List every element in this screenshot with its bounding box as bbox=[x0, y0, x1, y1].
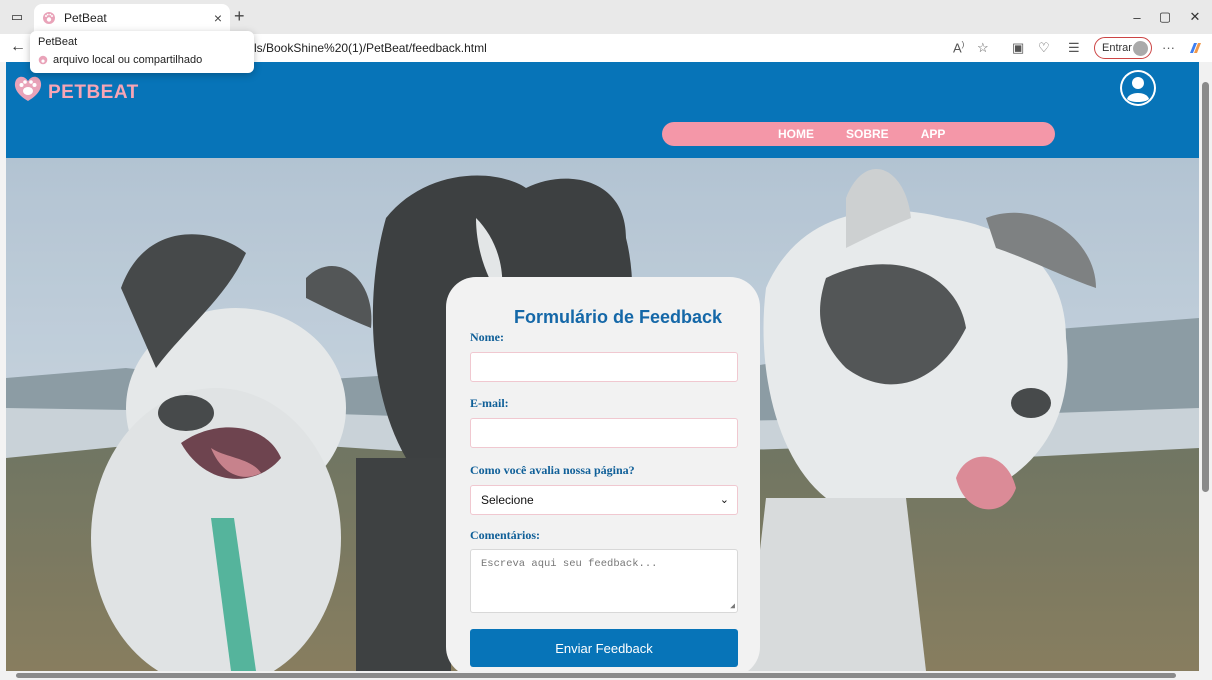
more-options-icon[interactable]: ··· bbox=[1162, 40, 1175, 55]
favorite-star-icon[interactable]: ☆ bbox=[977, 40, 989, 56]
comments-placeholder: Escreva aqui seu feedback... bbox=[481, 558, 658, 570]
horizontal-scroll-thumb[interactable] bbox=[16, 673, 1176, 678]
favorites-list-icon[interactable]: ☰ bbox=[1068, 40, 1080, 56]
rating-select[interactable]: Selecione ⌄ bbox=[470, 485, 738, 515]
rating-label: Como você avalia nossa página? bbox=[470, 463, 635, 477]
new-tab-button[interactable]: + bbox=[234, 6, 245, 27]
email-label: E-mail: bbox=[470, 396, 509, 410]
tab-hover-tooltip: PetBeat arquivo local ou compartilhado bbox=[30, 31, 254, 73]
back-arrow-icon[interactable]: ← bbox=[10, 38, 26, 56]
minimize-button[interactable]: – bbox=[1126, 6, 1148, 28]
comments-textarea[interactable]: Escreva aqui seu feedback... ◢ bbox=[470, 549, 738, 613]
paw-favicon-icon bbox=[43, 12, 55, 24]
email-input[interactable] bbox=[470, 418, 738, 448]
submit-feedback-button[interactable]: Enviar Feedback bbox=[470, 629, 738, 667]
resize-grip-icon[interactable]: ◢ bbox=[730, 601, 735, 611]
name-input[interactable] bbox=[470, 352, 738, 382]
vertical-scrollbar[interactable] bbox=[1199, 62, 1212, 671]
signin-label: Entrar bbox=[1102, 42, 1132, 54]
read-aloud-icon[interactable]: A) bbox=[953, 40, 964, 55]
comments-label: Comentários: bbox=[470, 528, 540, 542]
paw-favicon-icon bbox=[38, 55, 48, 65]
extension-icon[interactable]: ▣ bbox=[1012, 40, 1024, 56]
form-title: Formulário de Feedback bbox=[513, 307, 723, 327]
signin-button[interactable]: Entrar bbox=[1094, 37, 1152, 59]
copilot-icon[interactable] bbox=[1187, 40, 1203, 56]
chevron-down-icon: ⌄ bbox=[719, 494, 729, 506]
vertical-scroll-thumb[interactable] bbox=[1202, 82, 1209, 492]
tab-bar: ▭ PetBeat × + – ▢ ✕ bbox=[0, 0, 1212, 34]
horizontal-scrollbar[interactable] bbox=[0, 671, 1212, 680]
tooltip-title: PetBeat bbox=[38, 36, 78, 48]
tab-close-icon[interactable]: × bbox=[214, 10, 222, 26]
nav-home[interactable]: HOME bbox=[778, 127, 814, 141]
browser-tab[interactable]: PetBeat × bbox=[34, 4, 230, 32]
browser-essentials-icon[interactable]: ♡ bbox=[1038, 40, 1050, 56]
profile-avatar-icon bbox=[1133, 41, 1148, 56]
tooltip-subtitle: arquivo local ou compartilhado bbox=[53, 54, 203, 66]
site-header: PETBEAT HOME SOBRE APP bbox=[6, 62, 1199, 158]
page-viewport: PETBEAT HOME SOBRE APP Formulário de Fee… bbox=[6, 62, 1199, 671]
paw-logo-icon bbox=[14, 76, 42, 101]
restore-button[interactable]: ▢ bbox=[1154, 6, 1176, 28]
name-label: Nome: bbox=[470, 330, 504, 344]
tab-actions-icon[interactable]: ▭ bbox=[6, 6, 28, 28]
main-nav: HOME SOBRE APP bbox=[662, 122, 1055, 146]
user-account-icon[interactable] bbox=[1118, 68, 1158, 108]
rating-selected-value: Selecione bbox=[481, 493, 534, 507]
close-window-button[interactable]: ✕ bbox=[1184, 6, 1206, 28]
feedback-form: Formulário de Feedback Nome: E-mail: Com… bbox=[446, 277, 760, 671]
tab-title: PetBeat bbox=[64, 11, 107, 25]
nav-app[interactable]: APP bbox=[921, 127, 946, 141]
nav-sobre[interactable]: SOBRE bbox=[846, 127, 889, 141]
site-logo[interactable]: PETBEAT bbox=[48, 82, 139, 104]
